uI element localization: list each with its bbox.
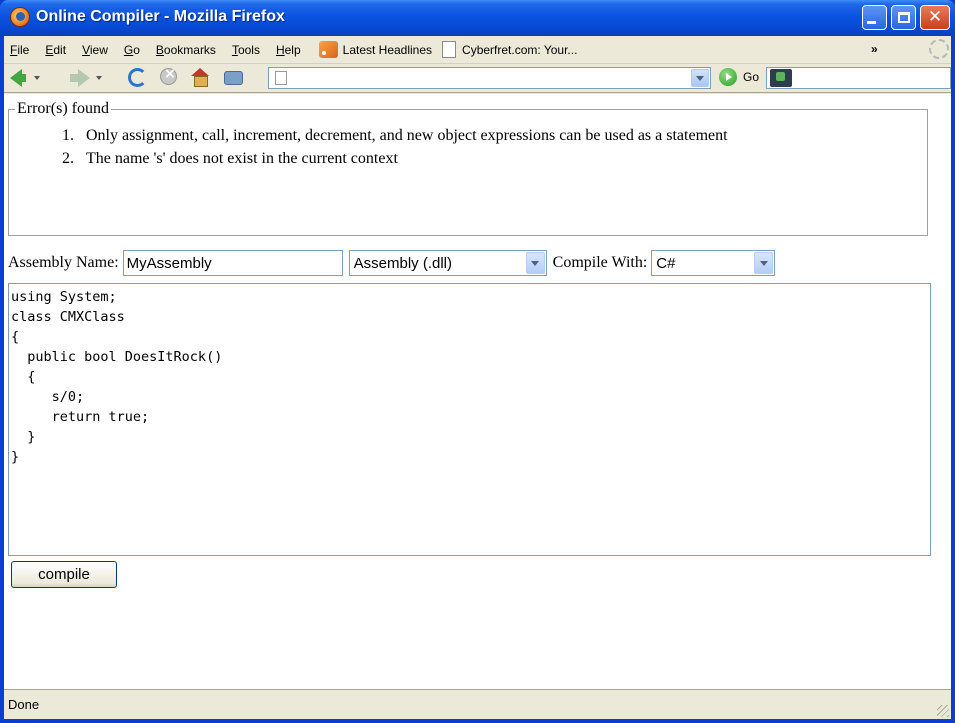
minimize-button[interactable] xyxy=(862,5,887,30)
menu-tools[interactable]: Tools xyxy=(224,43,268,57)
close-button[interactable]: ✕ xyxy=(920,5,950,30)
assembly-name-input[interactable] xyxy=(122,250,343,276)
page-content: Error(s) found 1. Only assignment, call,… xyxy=(4,94,951,689)
minimize-icon xyxy=(867,21,876,24)
forward-button[interactable] xyxy=(70,69,102,87)
page-go-icon xyxy=(224,71,243,85)
compile-language-dropdown-button[interactable] xyxy=(754,252,774,274)
stop-icon xyxy=(160,66,177,85)
maximize-button[interactable] xyxy=(891,5,916,30)
bookmark-cyberfret[interactable]: Cyberfret.com: Your... xyxy=(432,41,577,58)
go-to-page-button[interactable] xyxy=(224,71,243,85)
chevron-down-icon xyxy=(759,260,768,266)
bookmark-latest-headlines-label: Latest Headlines xyxy=(342,42,433,57)
browser-client: File Edit View Go Bookmarks Tools Help L… xyxy=(4,36,951,719)
menu-edit-rest: dit xyxy=(53,42,67,57)
firefox-logo-icon xyxy=(10,7,30,27)
search-box[interactable] xyxy=(766,67,951,89)
source-code-editor[interactable] xyxy=(8,283,931,556)
error-item: 2. The name 's' does not exist in the cu… xyxy=(9,147,927,170)
compile-options-row: Assembly Name: Assembly (.dll) Compile W… xyxy=(8,249,781,277)
go-button[interactable]: Go xyxy=(719,68,759,86)
go-label: Go xyxy=(743,70,760,84)
menu-bookmarks[interactable]: Bookmarks xyxy=(148,43,224,57)
menu-help-rest: elp xyxy=(284,42,301,57)
back-dropdown-icon[interactable] xyxy=(34,76,40,80)
error-item: 1. Only assignment, call, increment, dec… xyxy=(9,124,927,147)
compile-button[interactable]: compile xyxy=(11,561,117,588)
menu-help[interactable]: Help xyxy=(268,43,309,57)
forward-arrow-icon xyxy=(70,69,90,87)
assembly-name-label: Assembly Name: xyxy=(8,254,119,271)
url-history-dropdown[interactable] xyxy=(691,69,709,87)
compile-with-label: Compile With: xyxy=(552,254,648,271)
reload-button[interactable] xyxy=(128,68,147,87)
bookmark-latest-headlines[interactable]: Latest Headlines xyxy=(309,41,432,58)
home-icon xyxy=(191,68,209,87)
error-text: Only assignment, call, increment, decrem… xyxy=(86,127,728,144)
maximize-icon xyxy=(897,12,910,23)
menu-edit[interactable]: Edit xyxy=(37,43,74,57)
stop-button[interactable] xyxy=(160,66,177,85)
back-button[interactable] xyxy=(10,69,40,87)
status-text: Done xyxy=(8,697,40,712)
assembly-type-dropdown-button[interactable] xyxy=(525,252,545,274)
bookmark-cyberfret-label: Cyberfret.com: Your... xyxy=(462,42,578,57)
close-icon: ✕ xyxy=(927,7,943,27)
error-text: The name 's' does not exist in the curre… xyxy=(86,150,398,167)
back-arrow-icon xyxy=(10,69,26,87)
reload-icon xyxy=(128,68,147,87)
menu-go[interactable]: Go xyxy=(116,43,148,57)
menu-bar: File Edit View Go Bookmarks Tools Help L… xyxy=(4,36,951,64)
error-number: 2. xyxy=(62,150,74,167)
menu-go-rest: o xyxy=(133,42,140,57)
status-bar: Done xyxy=(4,689,951,719)
browser-window: Online Compiler - Mozilla Firefox ✕ File… xyxy=(0,0,955,723)
chevron-down-icon xyxy=(531,260,540,266)
menu-file[interactable]: File xyxy=(4,43,37,57)
errors-legend: Error(s) found xyxy=(17,100,109,117)
search-engine-icon[interactable] xyxy=(770,69,792,87)
bookmarks-overflow-chevron[interactable]: » xyxy=(871,42,878,56)
menu-file-rest: ile xyxy=(17,42,30,57)
home-button[interactable] xyxy=(191,68,209,87)
page-icon xyxy=(442,41,457,58)
title-bar: Online Compiler - Mozilla Firefox ✕ xyxy=(0,0,955,36)
errors-list: 1. Only assignment, call, increment, dec… xyxy=(9,124,927,170)
go-arrow-icon xyxy=(719,68,737,86)
assembly-type-value: Assembly (.dll) xyxy=(353,254,453,272)
rss-feed-icon xyxy=(318,41,338,58)
url-bar[interactable] xyxy=(268,67,711,89)
navigation-toolbar: Go xyxy=(4,64,951,93)
assembly-type-select[interactable]: Assembly (.dll) xyxy=(348,250,547,276)
menu-tools-rest: ools xyxy=(237,42,260,57)
compile-language-select[interactable]: C# xyxy=(651,250,776,276)
forward-dropdown-icon[interactable] xyxy=(96,76,102,80)
menu-view[interactable]: View xyxy=(74,43,116,57)
error-number: 1. xyxy=(62,127,74,144)
chevron-down-icon xyxy=(696,75,704,81)
page-icon xyxy=(275,71,287,85)
window-title: Online Compiler - Mozilla Firefox xyxy=(36,8,285,25)
compile-language-value: C# xyxy=(656,254,676,272)
menu-view-rest: iew xyxy=(89,42,108,57)
resize-grip[interactable] xyxy=(937,705,949,717)
throbber-icon xyxy=(929,39,949,59)
errors-fieldset: Error(s) found 1. Only assignment, call,… xyxy=(8,100,928,236)
menu-bookmarks-rest: ookmarks xyxy=(163,42,216,57)
